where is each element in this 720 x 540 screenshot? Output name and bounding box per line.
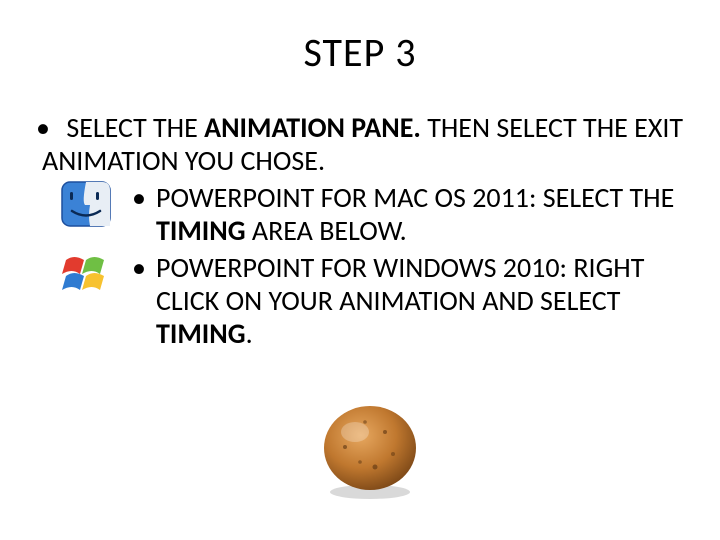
donut-image (315, 392, 425, 502)
slide: STEP 3 SELECT THE ANIMATION PANE. THEN S… (0, 0, 720, 540)
text-segment: POWERPOINT FOR WINDOWS 2010: RIGHT CLICK… (156, 250, 644, 318)
text-segment: . (246, 316, 253, 351)
finder-icon (60, 178, 112, 230)
slide-title: STEP 3 (36, 28, 684, 77)
main-list: SELECT THE ANIMATION PANE. THEN SELECT T… (42, 111, 684, 350)
bold-text: TIMING (156, 316, 246, 351)
bold-text: TIMING (156, 213, 246, 248)
main-bullet: SELECT THE ANIMATION PANE. THEN SELECT T… (42, 111, 684, 350)
sub-bullet-mac: POWERPOINT FOR MAC OS 2011: SELECT THE T… (132, 181, 684, 247)
bold-text: ANIMATION PANE. (204, 110, 421, 145)
sub-list: POWERPOINT FOR MAC OS 2011: SELECT THE T… (132, 181, 684, 350)
text-segment: AREA BELOW. (246, 213, 407, 248)
windows-icon (60, 250, 112, 302)
text-segment: SELECT THE (66, 110, 204, 145)
text-segment: POWERPOINT FOR MAC OS 2011: SELECT THE (156, 180, 674, 215)
sub-bullet-windows: POWERPOINT FOR WINDOWS 2010: RIGHT CLICK… (132, 251, 684, 350)
